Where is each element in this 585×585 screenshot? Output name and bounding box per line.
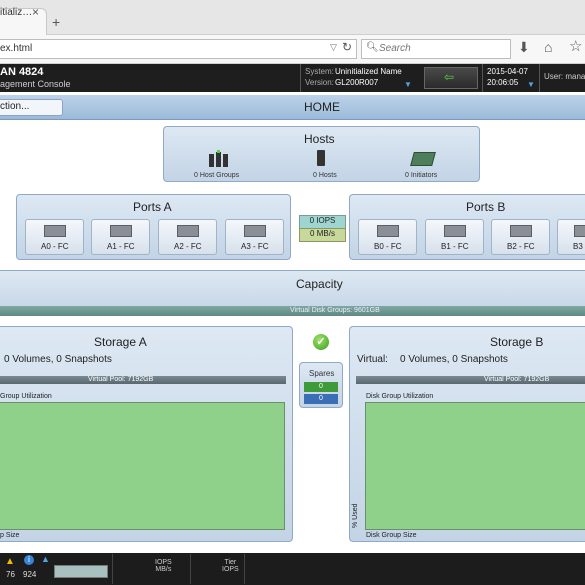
ports-a-title: Ports A: [133, 200, 172, 214]
tab-title: itializ…: [0, 7, 33, 18]
iops-indicator: 0 IOPS: [299, 215, 346, 229]
port-icon: [377, 225, 399, 237]
port-icon: [574, 225, 585, 237]
storage-b-info: 0 Volumes, 0 Snapshots: [400, 354, 508, 365]
utilization-graph[interactable]: [0, 402, 285, 530]
ports-b-title: Ports B: [466, 200, 506, 214]
port-label: B0 - FC: [374, 242, 402, 251]
info-icon[interactable]: i: [24, 555, 34, 565]
host-groups-count: 0 Host Groups: [194, 172, 240, 179]
host-groups-icon: [208, 150, 230, 168]
tier-status: Tier IOPS: [222, 559, 239, 573]
nav-strip: [0, 95, 585, 120]
port-icon: [110, 225, 132, 237]
utilization-label: Disk Group Utilization: [366, 393, 434, 400]
utilization-label: Group Utilization: [0, 393, 52, 400]
percent-used-label: % Used: [352, 503, 359, 528]
initiators-count: 0 Initiators: [405, 172, 438, 179]
health-ok-icon: ✓: [313, 334, 329, 350]
port-label: A1 - FC: [107, 242, 135, 251]
home-icon[interactable]: ⌂: [544, 39, 552, 55]
tier-iops-label: IOPS: [222, 566, 239, 573]
browser-tab-bar: [0, 0, 585, 35]
divider: [190, 554, 191, 584]
version-value: GL200R007: [335, 78, 379, 87]
port-label: A2 - FC: [174, 242, 202, 251]
search-placeholder: Search: [379, 43, 411, 54]
host-icon: [317, 150, 325, 166]
warning-icon[interactable]: ▲: [5, 556, 15, 567]
iops-mbs-status: IOPS MB/s: [155, 559, 172, 573]
size-label: p Size: [0, 532, 20, 539]
system-expand-icon[interactable]: ▼: [404, 80, 412, 89]
port-icon: [44, 225, 66, 237]
product-name: AN 4824: [0, 66, 44, 78]
port-icon: [444, 225, 466, 237]
storage-a-info: 0 Volumes, 0 Snapshots: [4, 354, 112, 365]
page-title: HOME: [304, 100, 340, 114]
divider: [112, 554, 113, 584]
divider: [244, 554, 245, 584]
port-label: A0 - FC: [41, 242, 69, 251]
port-icon: [244, 225, 266, 237]
activity-mini-graph: [54, 565, 108, 578]
port-icon: [177, 225, 199, 237]
capacity-title: Capacity: [296, 277, 343, 291]
bookmark-star-icon[interactable]: ☆: [569, 37, 582, 55]
port-label: A3 - FC: [241, 242, 269, 251]
system-label: System:: [305, 67, 334, 76]
url-text: ex.html: [0, 43, 33, 54]
device-arrow-icon: ⇦: [444, 70, 455, 84]
virtual-disk-groups-label: Virtual Disk Groups: 9601GB: [290, 307, 380, 314]
utilization-graph[interactable]: [365, 402, 585, 530]
search-icon: 🔍︎: [366, 42, 379, 53]
mbs-label: MB/s: [155, 566, 172, 573]
initiator-icon: [410, 152, 436, 166]
download-icon[interactable]: ⬇: [518, 39, 530, 56]
size-label: Disk Group Size: [366, 532, 417, 539]
system-name: Uninitialized Name: [335, 67, 402, 76]
port-icon: [510, 225, 532, 237]
info-count: 924: [23, 570, 37, 579]
port-label: B2 - FC: [507, 242, 535, 251]
virtual-label: Virtual:: [357, 354, 388, 365]
storage-b-title: Storage B: [490, 335, 544, 349]
virtual-pool-label: Virtual Pool: 7192GB: [484, 376, 550, 383]
reload-icon[interactable]: ↻: [342, 40, 352, 54]
mbs-indicator: 0 MB/s: [299, 228, 346, 242]
date-expand-icon[interactable]: ▼: [527, 80, 535, 89]
date: 2015-04-07: [487, 67, 528, 76]
spares-title: Spares: [309, 369, 335, 378]
action-label: ction...: [0, 101, 30, 112]
port-label: B1 - FC: [441, 242, 469, 251]
time: 20:06:05: [487, 78, 519, 87]
version-label: Version:: [305, 78, 334, 87]
tier-label: Tier: [224, 559, 237, 566]
spares-count-global: 0: [304, 382, 338, 392]
expand-up-icon[interactable]: ▲: [41, 554, 50, 564]
new-tab-button[interactable]: +: [52, 14, 60, 30]
user-label: User: mana: [544, 72, 585, 81]
product-subtitle: agement Console: [0, 79, 71, 89]
port-label: B3: [573, 242, 583, 251]
virtual-pool-bar: [356, 376, 585, 384]
virtual-pool-label: Virtual Pool: 7192GB: [88, 376, 154, 383]
warning-count: 76: [6, 570, 15, 579]
tab-close-icon[interactable]: ×: [32, 5, 39, 19]
iops-label: IOPS: [155, 559, 172, 566]
storage-a-title: Storage A: [94, 335, 147, 349]
url-bar[interactable]: [0, 39, 357, 59]
hosts-title: Hosts: [304, 132, 335, 146]
url-dropdown-icon[interactable]: ▽: [330, 42, 337, 53]
hosts-count: 0 Hosts: [313, 172, 337, 179]
spares-count-dedicated: 0: [304, 394, 338, 404]
